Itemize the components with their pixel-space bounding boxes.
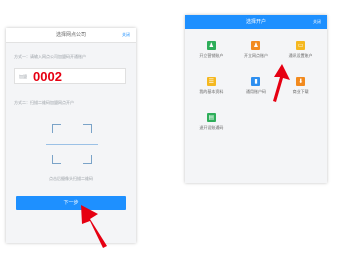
scan-hint: 点击后摄像头扫描二维码 (49, 176, 93, 181)
scan-line (46, 144, 98, 145)
franchise-code-input[interactable]: 加盟 0002 (14, 68, 126, 84)
tile-general-account-code[interactable]: ▮ 通用账户码 (234, 73, 279, 103)
method1-text: 方式一：请输入网点公司加盟码开通账户 (14, 54, 86, 59)
tile-label: 我的基本资料 (199, 89, 224, 94)
method2-text: 方式二：扫描二维码加盟网点开户 (14, 100, 74, 105)
left-phone-screen: 选择网点公司 关闭 方式一：请输入网点公司加盟码开通账户 加盟 0002 方式二… (6, 28, 136, 243)
left-page-title: 选择网点公司 (55, 32, 86, 38)
tile-basic-profile[interactable]: ☰ 我的基本资料 (189, 73, 234, 103)
person-icon: ♟ (251, 41, 261, 50)
tile-label: 通讯设置账户 (288, 53, 313, 58)
right-header: 选择开户 关闭 (185, 15, 327, 29)
scan-corner-bottom-left (52, 155, 61, 164)
tile-download[interactable]: ⬇ 商业下载 (278, 73, 323, 103)
right-phone-screen: 选择开户 关闭 ♟ 开立营销账户 ♟ 开立网点账户 ▭ 通讯设置账户 ☰ 我的基… (185, 15, 327, 183)
scan-corner-top-right (83, 124, 92, 133)
phone-icon: ▮ (251, 77, 261, 86)
qr-scan-area[interactable] (46, 124, 98, 164)
tile-open-marketing-account[interactable]: ♟ 开立营销账户 (189, 37, 234, 67)
document-icon: ▤ (206, 113, 216, 122)
tile-label: 退开设账通码 (199, 125, 224, 130)
left-header: 选择网点公司 关闭 (6, 28, 136, 43)
code-value: 0002 (33, 69, 62, 84)
person-icon: ♟ (206, 41, 216, 50)
scan-corner-top-left (52, 124, 61, 133)
right-page-title: 选择开户 (245, 19, 266, 25)
tile-comm-settings[interactable]: ▭ 通讯设置账户 (278, 37, 323, 67)
card-icon: ▭ (296, 41, 306, 50)
tile-label: 开立网点账户 (243, 53, 268, 58)
tile-open-branch-account[interactable]: ♟ 开立网点账户 (234, 37, 279, 67)
scan-corner-bottom-right (83, 155, 92, 164)
tile-label: 开立营销账户 (199, 53, 224, 58)
right-close-link[interactable]: 关闭 (313, 15, 321, 29)
tile-label: 商业下载 (292, 89, 309, 94)
left-close-link[interactable]: 关闭 (122, 28, 130, 42)
next-button[interactable]: 下一步 (16, 196, 126, 210)
profile-icon: ☰ (206, 77, 216, 86)
tile-label: 通用账户码 (245, 89, 266, 94)
tile-account-code[interactable]: ▤ 退开设账通码 (189, 109, 234, 139)
download-icon: ⬇ (296, 77, 306, 86)
account-menu-grid: ♟ 开立营销账户 ♟ 开立网点账户 ▭ 通讯设置账户 ☰ 我的基本资料 ▮ 通用… (189, 37, 323, 139)
code-label: 加盟 (19, 74, 27, 79)
